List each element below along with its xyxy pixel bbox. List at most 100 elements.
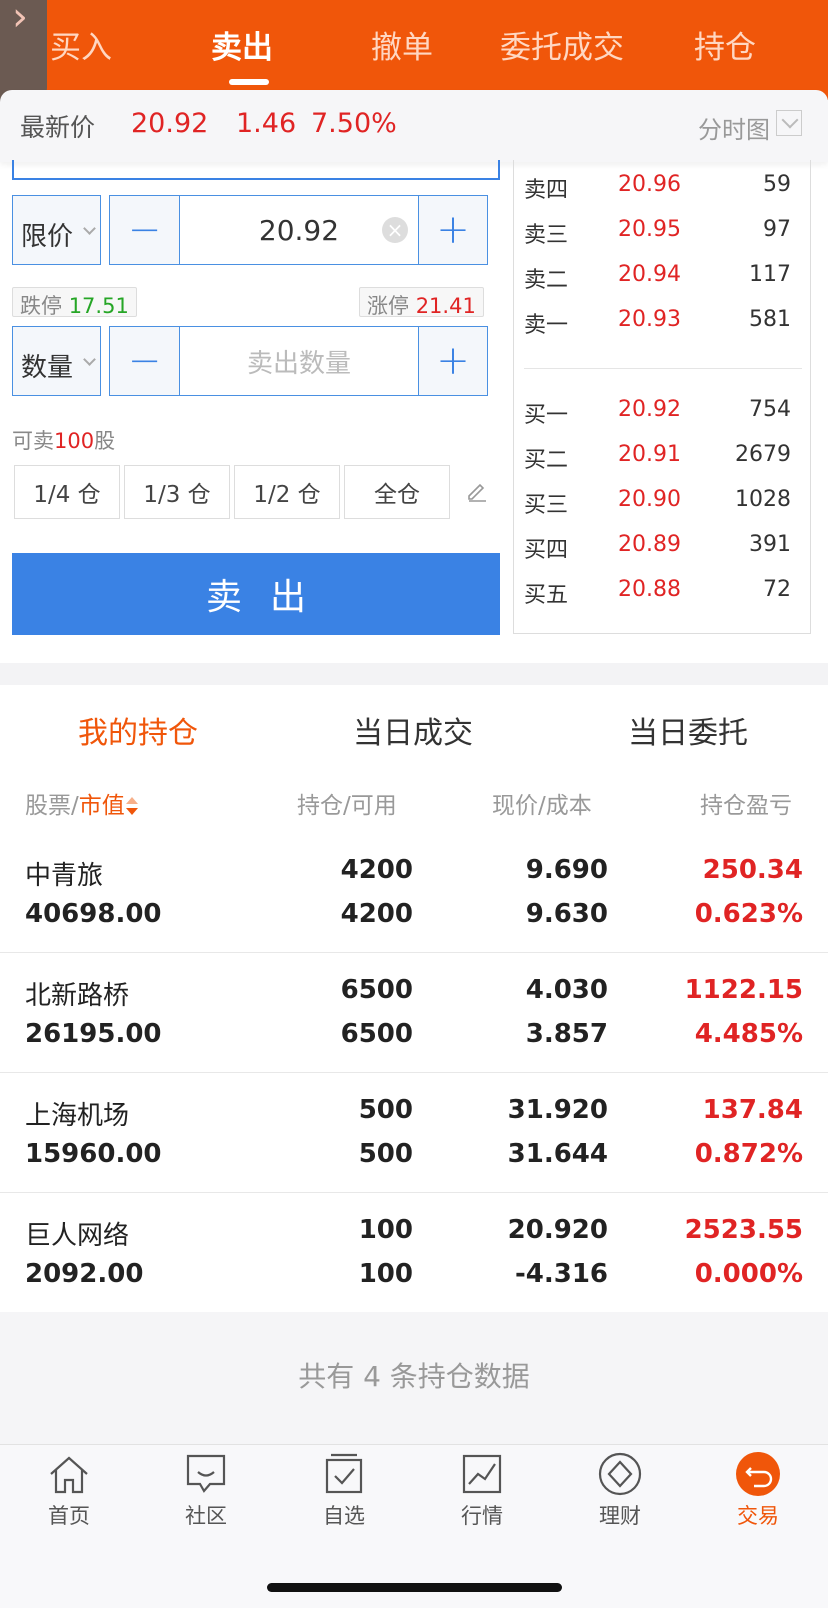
- tab-orders-deals[interactable]: 委托成交: [500, 22, 624, 67]
- chart-line-icon: [462, 1454, 502, 1494]
- table-row[interactable]: 中青旅 40698.00 4200 4200 9.690 9.630 250.3…: [0, 833, 828, 953]
- avail-qty: 100: [358, 1259, 413, 1289]
- clear-icon[interactable]: ×: [382, 217, 408, 243]
- nav-home[interactable]: 首页: [19, 1450, 119, 1530]
- holdings-count-text: 共有 4 条持仓数据: [298, 1360, 530, 1393]
- header-position: 持仓/可用: [297, 793, 397, 819]
- tab-sell[interactable]: 卖出: [211, 22, 273, 67]
- bid-level: 买五: [524, 583, 569, 608]
- bid-level: 买一: [524, 403, 569, 428]
- nav-label: 行情: [461, 1504, 503, 1528]
- table-row[interactable]: 巨人网络 2092.00 100 100 20.920 -4.316 2523.…: [0, 1193, 828, 1313]
- edit-icon[interactable]: [466, 480, 488, 502]
- limit-up-label: 涨停: [367, 294, 409, 318]
- tab-holdings[interactable]: 持仓: [694, 22, 756, 67]
- cost-price: 3.857: [525, 1019, 608, 1049]
- header-market-value: 市值: [78, 793, 125, 819]
- chevron-down-icon: [83, 353, 96, 366]
- price-input[interactable]: 20.92 ×: [179, 195, 419, 265]
- position-third-button[interactable]: 1/3 仓: [124, 465, 230, 519]
- header-stock-market-value[interactable]: 股票/市值: [25, 786, 139, 820]
- avail-qty: 4200: [340, 899, 413, 929]
- price-type-label: 限价: [21, 222, 74, 252]
- table-row[interactable]: 上海机场 15960.00 500 500 31.920 31.644 137.…: [0, 1073, 828, 1193]
- quantity-placeholder: 卖出数量: [246, 348, 351, 379]
- bid-level: 买四: [524, 538, 569, 563]
- bid-row: 买一 20.92 754: [524, 397, 799, 428]
- current-price: 20.920: [507, 1215, 608, 1245]
- nav-watchlist[interactable]: 自选: [294, 1450, 394, 1530]
- nav-label: 交易: [737, 1504, 779, 1528]
- price-change: 1.46: [236, 108, 297, 139]
- stock-code-field[interactable]: [12, 160, 500, 180]
- position-full-button[interactable]: 全仓: [344, 465, 450, 519]
- header-stock: 股票: [25, 793, 71, 819]
- pnl-value: 1122.15: [684, 975, 803, 1005]
- nav-finance[interactable]: 理财: [570, 1450, 670, 1530]
- position-quarter-button[interactable]: 1/4 仓: [14, 465, 120, 519]
- ask-row: 卖四 20.96 59: [524, 172, 799, 203]
- back-button[interactable]: ›: [0, 0, 47, 102]
- position-half-button[interactable]: 1/2 仓: [234, 465, 340, 519]
- ask-level: 卖一: [524, 313, 569, 338]
- current-price: 9.690: [525, 855, 608, 885]
- ask-qty: 117: [749, 262, 791, 287]
- limit-down-badge: 跌停 17.51: [12, 287, 137, 318]
- nav-trade[interactable]: 交易: [708, 1450, 808, 1530]
- price-input-value: 20.92: [258, 213, 340, 247]
- header-slash: /: [71, 793, 79, 819]
- price-type-select[interactable]: 限价: [12, 195, 101, 265]
- stock-name: 中青旅: [25, 861, 104, 891]
- price-increase-button[interactable]: +: [418, 195, 488, 265]
- quantity-type-select[interactable]: 数量: [12, 326, 101, 396]
- ask-row: 卖三 20.95 97: [524, 217, 799, 248]
- tab-my-holdings[interactable]: 我的持仓: [78, 708, 198, 752]
- ask-price: 20.95: [618, 217, 681, 242]
- limit-down-value: 17.51: [68, 294, 129, 318]
- sell-button[interactable]: 卖出: [12, 553, 500, 635]
- avail-qty: 500: [358, 1139, 413, 1169]
- latest-price-bar: 最新价 20.92 1.46 7.50% 分时图: [0, 90, 828, 162]
- price-decrease-button[interactable]: −: [109, 195, 180, 265]
- quantity-input[interactable]: 卖出数量: [179, 326, 419, 396]
- pnl-value: 137.84: [702, 1095, 803, 1125]
- market-value: 26195.00: [25, 1019, 162, 1049]
- ask-price: 20.93: [618, 307, 681, 332]
- section-divider: [0, 663, 828, 685]
- chevron-down-icon[interactable]: [776, 110, 802, 136]
- home-indicator[interactable]: [267, 1583, 562, 1592]
- quantity-decrease-button[interactable]: −: [109, 326, 180, 396]
- bid-qty: 1028: [735, 487, 791, 512]
- nav-market[interactable]: 行情: [432, 1450, 532, 1530]
- sellable-value: 100: [54, 429, 95, 453]
- bid-row: 买三 20.90 1028: [524, 487, 799, 518]
- table-row[interactable]: 北新路桥 26195.00 6500 6500 4.030 3.857 1122…: [0, 953, 828, 1073]
- hold-qty: 4200: [340, 855, 413, 885]
- intraday-chart-toggle[interactable]: 分时图: [698, 110, 770, 145]
- header-pnl: 持仓盈亏: [700, 793, 792, 819]
- tab-buy[interactable]: 买入: [50, 22, 112, 67]
- bid-row: 买四 20.89 391: [524, 532, 799, 563]
- market-value: 2092.00: [25, 1259, 144, 1289]
- limit-up-value: 21.41: [415, 294, 476, 318]
- bid-price: 20.91: [618, 442, 681, 467]
- sellable-quantity: 可卖100股: [12, 425, 115, 455]
- chevron-down-icon: [83, 222, 96, 235]
- nav-label: 首页: [48, 1504, 90, 1528]
- bid-level: 买二: [524, 448, 569, 473]
- quantity-increase-button[interactable]: +: [418, 326, 488, 396]
- quantity-type-label: 数量: [21, 353, 74, 383]
- ask-level: 卖二: [524, 268, 569, 293]
- hold-qty: 100: [358, 1215, 413, 1245]
- trade-exchange-icon: [736, 1452, 780, 1496]
- sellable-unit: 股: [94, 429, 116, 453]
- tab-today-orders[interactable]: 当日委托: [628, 708, 748, 752]
- bid-price: 20.92: [618, 397, 681, 422]
- ask-level: 卖四: [524, 178, 569, 203]
- tab-today-deals[interactable]: 当日成交: [353, 708, 473, 752]
- pnl-percent: 0.000%: [694, 1259, 803, 1289]
- header-price-cost: 现价/成本: [492, 793, 592, 819]
- tab-cancel-order[interactable]: 撤单: [371, 22, 433, 67]
- tab-active-indicator: [229, 79, 269, 85]
- nav-community[interactable]: 社区: [156, 1450, 256, 1530]
